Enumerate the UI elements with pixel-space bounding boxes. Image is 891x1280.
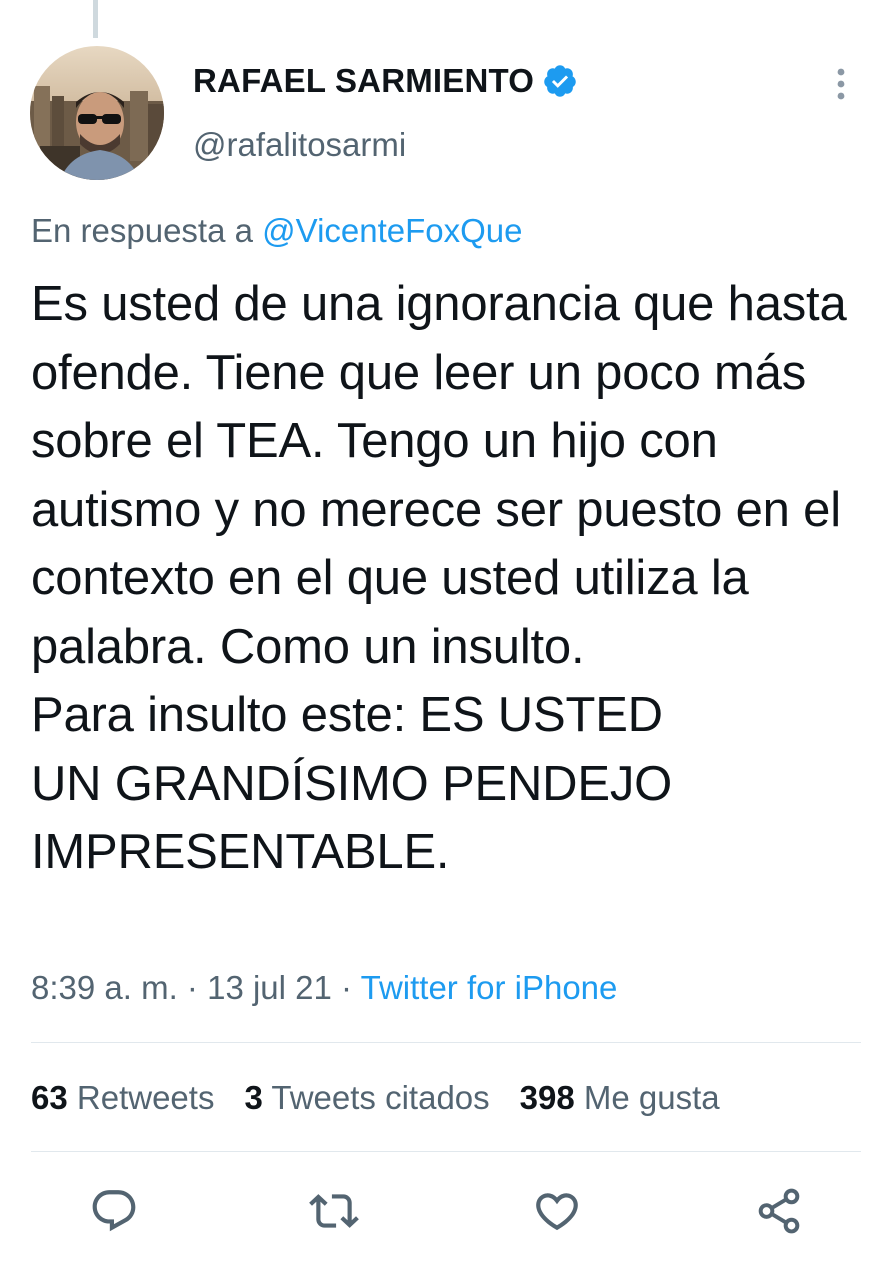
divider bbox=[31, 1151, 861, 1152]
verified-badge-icon bbox=[544, 65, 576, 97]
quote-tweets-label: Tweets citados bbox=[271, 1079, 490, 1116]
tweet-time[interactable]: 8:39 a. m. bbox=[31, 969, 178, 1006]
engagement-stats: 63 Retweets 3 Tweets citados 398 Me gust… bbox=[31, 1079, 720, 1117]
tweet-source-link[interactable]: Twitter for iPhone bbox=[361, 969, 618, 1006]
like-button[interactable] bbox=[532, 1186, 582, 1236]
author-handle[interactable]: @rafalitosarmi bbox=[193, 126, 406, 164]
likes-stat[interactable]: 398 Me gusta bbox=[520, 1079, 720, 1117]
tweet-date[interactable]: 13 jul 21 bbox=[207, 969, 332, 1006]
reply-icon bbox=[92, 1190, 136, 1232]
meta-separator: · bbox=[341, 969, 353, 1006]
divider bbox=[31, 1042, 861, 1043]
avatar[interactable] bbox=[30, 46, 164, 180]
author-name-row[interactable]: RAFAEL SARMIENTO bbox=[193, 62, 578, 100]
reply-context: En respuesta a @VicenteFoxQue bbox=[31, 212, 523, 250]
share-icon bbox=[758, 1188, 800, 1234]
retweets-stat[interactable]: 63 Retweets bbox=[31, 1079, 214, 1117]
likes-count: 398 bbox=[519, 1079, 575, 1116]
likes-label: Me gusta bbox=[583, 1079, 720, 1116]
reply-mention-link[interactable]: @VicenteFoxQue bbox=[262, 212, 522, 249]
tweet-metadata: 8:39 a. m. · 13 jul 21 · Twitter for iPh… bbox=[31, 969, 617, 1007]
retweet-button[interactable] bbox=[309, 1186, 359, 1236]
thread-connector-line bbox=[93, 0, 98, 38]
share-button[interactable] bbox=[754, 1186, 804, 1236]
more-options-icon[interactable] bbox=[826, 64, 856, 104]
like-icon bbox=[536, 1193, 578, 1231]
quote-tweets-stat[interactable]: 3 Tweets citados bbox=[244, 1079, 489, 1117]
tweet-text: Es usted de una ignorancia que hasta ofe… bbox=[31, 277, 847, 879]
author-display-name[interactable]: RAFAEL SARMIENTO bbox=[193, 62, 534, 100]
retweets-count: 63 bbox=[31, 1079, 68, 1116]
retweet-icon bbox=[309, 1194, 359, 1228]
meta-separator: · bbox=[186, 969, 198, 1006]
reply-prefix: En respuesta a bbox=[31, 212, 253, 249]
quote-tweets-count: 3 bbox=[244, 1079, 263, 1116]
retweets-label: Retweets bbox=[76, 1079, 215, 1116]
reply-button[interactable] bbox=[89, 1186, 139, 1236]
